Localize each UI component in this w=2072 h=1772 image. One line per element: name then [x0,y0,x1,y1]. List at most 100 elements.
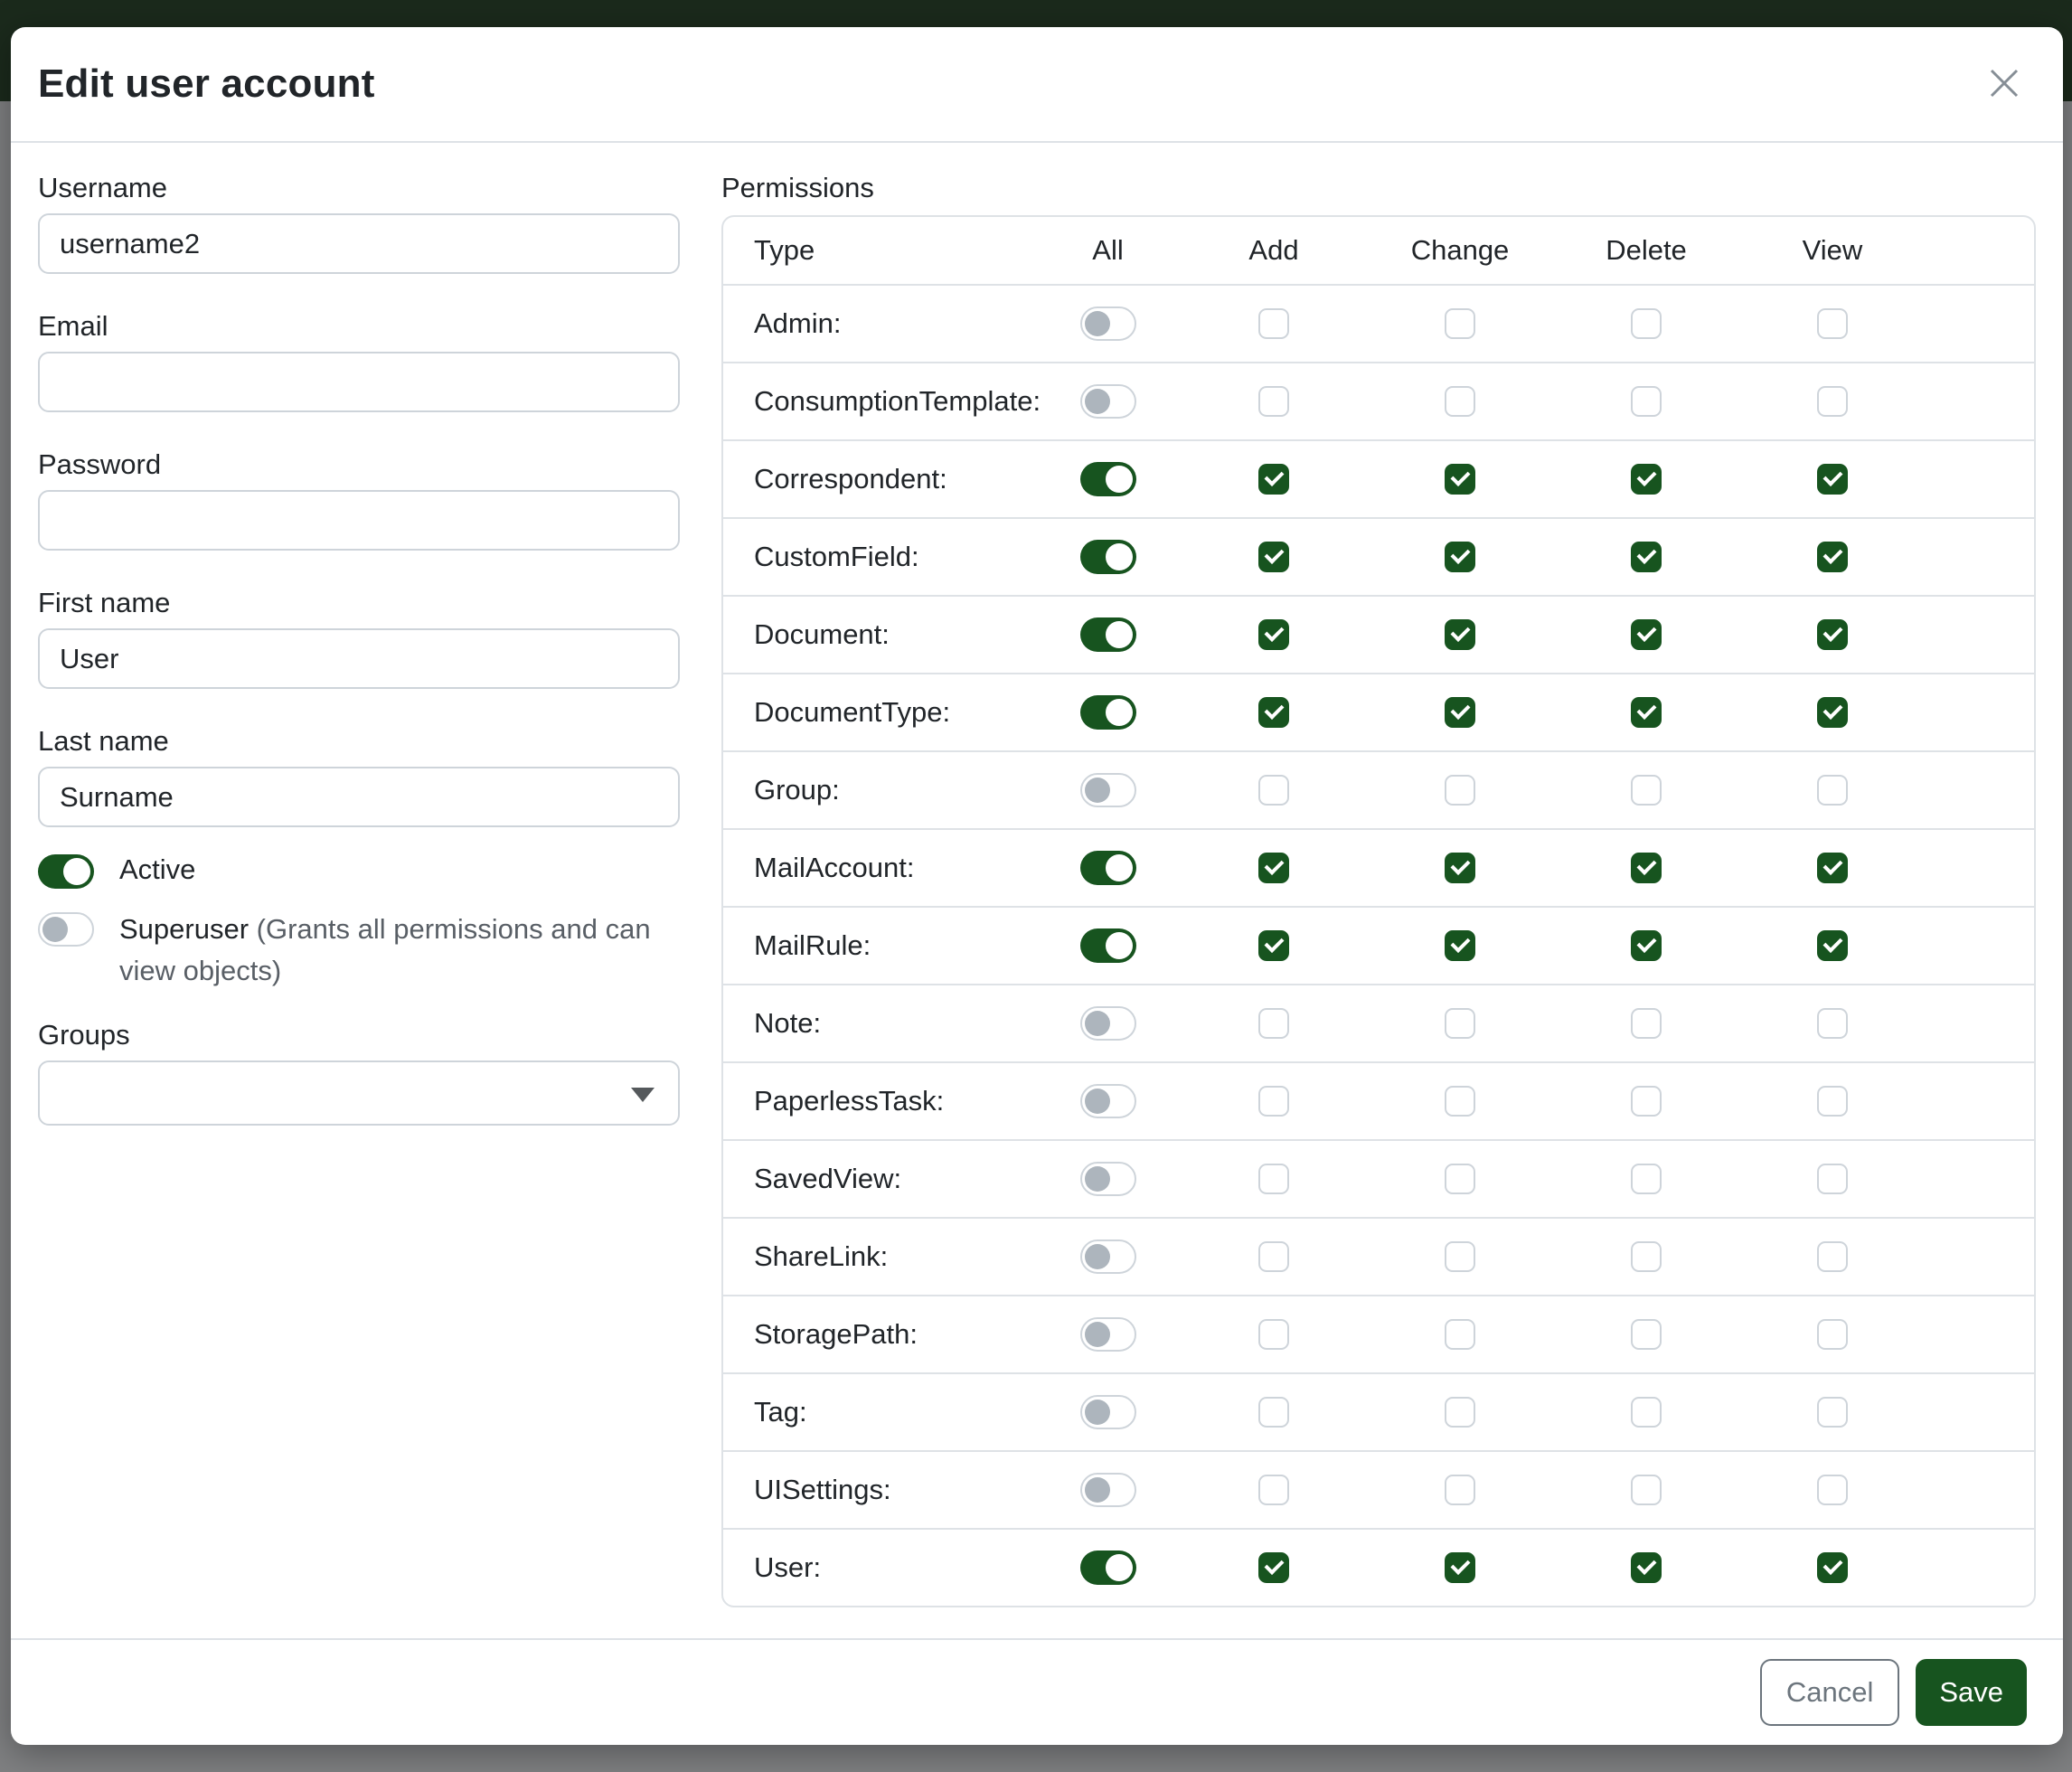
permission-delete-checkbox[interactable] [1631,1319,1662,1350]
permission-view-checkbox[interactable] [1817,1552,1848,1583]
permission-delete-checkbox[interactable] [1631,1397,1662,1428]
permission-change-checkbox[interactable] [1445,1164,1475,1194]
permission-change-checkbox[interactable] [1445,1319,1475,1350]
permission-add-checkbox[interactable] [1258,542,1289,572]
permission-delete-checkbox[interactable] [1631,930,1662,961]
permission-all-toggle[interactable] [1080,1395,1136,1429]
permission-change-checkbox[interactable] [1445,1241,1475,1272]
permission-view-checkbox[interactable] [1817,930,1848,961]
permission-view-checkbox[interactable] [1817,1086,1848,1117]
permission-view-checkbox[interactable] [1817,386,1848,417]
permission-change-checkbox[interactable] [1445,697,1475,728]
cancel-button[interactable]: Cancel [1760,1659,1900,1726]
permission-view-checkbox[interactable] [1817,542,1848,572]
permission-delete-checkbox[interactable] [1631,464,1662,495]
permission-add-checkbox[interactable] [1258,1241,1289,1272]
permission-delete-checkbox[interactable] [1631,697,1662,728]
permission-add-checkbox[interactable] [1258,1164,1289,1194]
permission-view-checkbox[interactable] [1817,464,1848,495]
permission-all-toggle[interactable] [1080,617,1136,652]
permission-change-checkbox[interactable] [1445,930,1475,961]
permission-delete-checkbox[interactable] [1631,775,1662,806]
save-button[interactable]: Save [1916,1659,2027,1726]
permission-add-checkbox[interactable] [1258,1552,1289,1583]
permission-all-toggle[interactable] [1080,851,1136,885]
password-field[interactable] [38,490,680,551]
permission-all-toggle[interactable] [1080,1317,1136,1352]
permission-add-checkbox[interactable] [1258,1319,1289,1350]
permission-all-toggle[interactable] [1080,540,1136,574]
permission-add-checkbox[interactable] [1258,1086,1289,1117]
permission-view-checkbox[interactable] [1817,775,1848,806]
permission-view-checkbox[interactable] [1817,1164,1848,1194]
permission-delete-checkbox[interactable] [1631,1241,1662,1272]
permission-delete-checkbox[interactable] [1631,1164,1662,1194]
permission-add-checkbox[interactable] [1258,853,1289,883]
permission-all-toggle[interactable] [1080,773,1136,807]
permission-add-checkbox[interactable] [1258,775,1289,806]
permission-row: User: [723,1528,2034,1606]
permission-all-toggle[interactable] [1080,1473,1136,1507]
permission-change-checkbox[interactable] [1445,853,1475,883]
permission-change-checkbox[interactable] [1445,1475,1475,1505]
permission-all-toggle[interactable] [1080,1550,1136,1585]
permission-add-checkbox[interactable] [1258,386,1289,417]
permission-change-checkbox[interactable] [1445,464,1475,495]
permission-add-checkbox[interactable] [1258,308,1289,339]
permission-all-toggle[interactable] [1080,462,1136,496]
permission-add-checkbox[interactable] [1258,619,1289,650]
permission-all-toggle[interactable] [1080,384,1136,419]
permission-all-toggle[interactable] [1080,928,1136,963]
permission-delete-checkbox[interactable] [1631,1552,1662,1583]
permission-change-checkbox[interactable] [1445,619,1475,650]
permission-add-checkbox[interactable] [1258,1475,1289,1505]
permission-delete-cell [1553,619,1739,650]
permission-all-toggle[interactable] [1080,1162,1136,1196]
permission-delete-checkbox[interactable] [1631,308,1662,339]
permission-all-toggle[interactable] [1080,1084,1136,1118]
permission-view-checkbox[interactable] [1817,619,1848,650]
permission-delete-checkbox[interactable] [1631,542,1662,572]
permission-delete-checkbox[interactable] [1631,619,1662,650]
permission-all-toggle[interactable] [1080,695,1136,730]
permission-view-checkbox[interactable] [1817,1241,1848,1272]
permission-change-checkbox[interactable] [1445,1086,1475,1117]
permission-all-toggle[interactable] [1080,306,1136,341]
permission-all-toggle[interactable] [1080,1006,1136,1041]
permission-change-checkbox[interactable] [1445,308,1475,339]
permission-change-checkbox[interactable] [1445,1552,1475,1583]
permission-add-cell [1181,1164,1367,1194]
email-field[interactable] [38,352,680,412]
permission-change-checkbox[interactable] [1445,542,1475,572]
close-button[interactable] [1982,61,2027,107]
permission-change-checkbox[interactable] [1445,1008,1475,1039]
permission-add-checkbox[interactable] [1258,930,1289,961]
permission-view-checkbox[interactable] [1817,1319,1848,1350]
permission-delete-checkbox[interactable] [1631,1475,1662,1505]
permission-view-checkbox[interactable] [1817,1397,1848,1428]
permission-view-checkbox[interactable] [1817,1008,1848,1039]
username-input[interactable] [38,213,680,274]
last-name-field[interactable] [38,767,680,827]
superuser-toggle[interactable] [38,912,94,947]
permission-delete-checkbox[interactable] [1631,386,1662,417]
permission-add-cell [1181,1319,1367,1350]
permission-change-checkbox[interactable] [1445,386,1475,417]
permission-all-toggle[interactable] [1080,1239,1136,1274]
permission-change-checkbox[interactable] [1445,775,1475,806]
permission-add-checkbox[interactable] [1258,697,1289,728]
permission-view-checkbox[interactable] [1817,853,1848,883]
permission-add-checkbox[interactable] [1258,464,1289,495]
active-toggle[interactable] [38,854,94,889]
permission-view-checkbox[interactable] [1817,308,1848,339]
first-name-field[interactable] [38,628,680,689]
permission-delete-checkbox[interactable] [1631,1086,1662,1117]
groups-select[interactable] [38,1060,680,1126]
permission-delete-checkbox[interactable] [1631,1008,1662,1039]
permission-delete-checkbox[interactable] [1631,853,1662,883]
permission-change-checkbox[interactable] [1445,1397,1475,1428]
permission-add-checkbox[interactable] [1258,1008,1289,1039]
permission-view-checkbox[interactable] [1817,697,1848,728]
permission-add-checkbox[interactable] [1258,1397,1289,1428]
permission-view-checkbox[interactable] [1817,1475,1848,1505]
